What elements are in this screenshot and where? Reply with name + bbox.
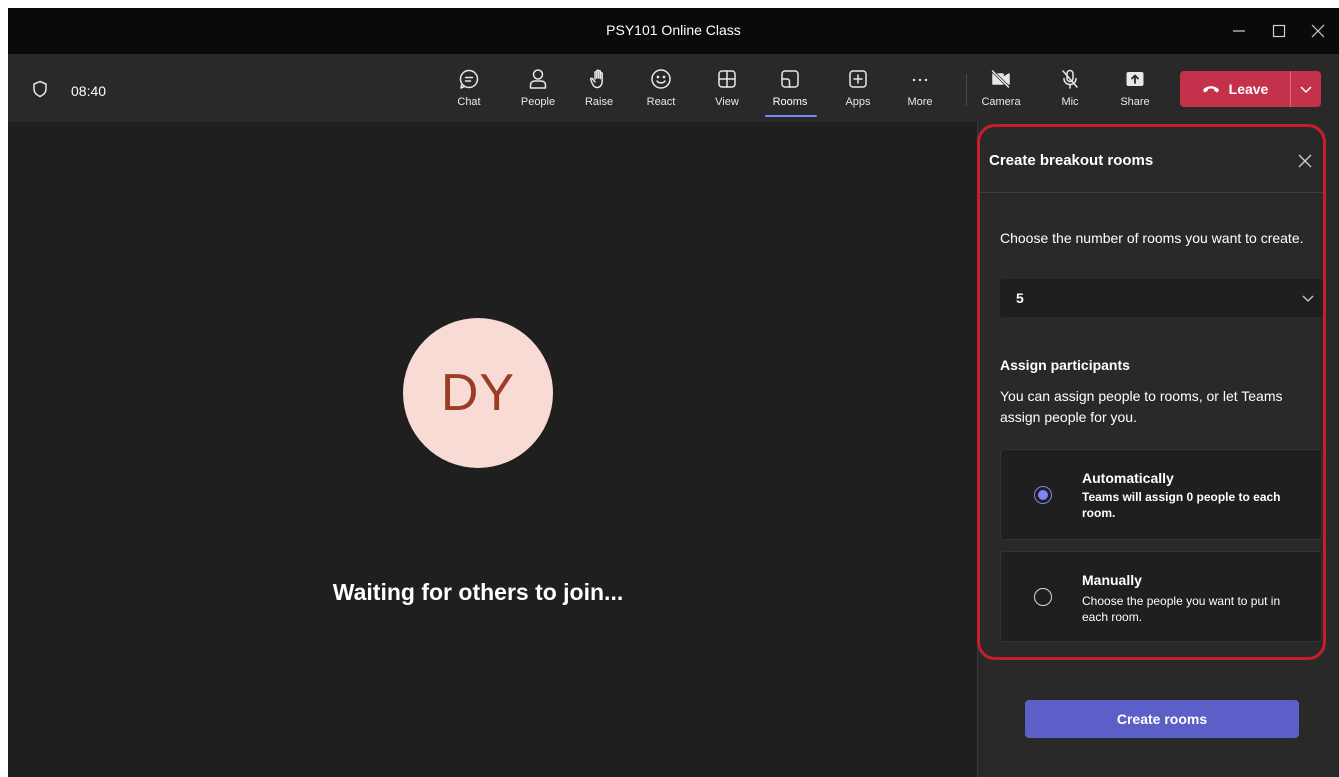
window-title: PSY101 Online Class xyxy=(606,22,741,38)
waiting-status: Waiting for others to join... xyxy=(332,579,624,605)
leave-options-button[interactable] xyxy=(1291,71,1321,107)
option-description: Teams will assign 0 people to each room. xyxy=(1082,490,1281,520)
raise-hand-button[interactable]: Raise xyxy=(574,68,624,116)
create-rooms-button[interactable]: Create rooms xyxy=(1025,700,1299,738)
avatar: DY xyxy=(403,318,553,468)
chevron-down-icon xyxy=(1300,86,1312,94)
meeting-timer: 08:40 xyxy=(71,83,107,99)
raise-label: Raise xyxy=(584,96,614,108)
chevron-down-icon xyxy=(1302,295,1314,302)
radio-automatically[interactable] xyxy=(1034,486,1052,504)
panel-title: Create breakout rooms xyxy=(989,152,1154,169)
share-icon xyxy=(1124,68,1146,90)
mic-off-icon xyxy=(1059,68,1081,90)
leave-label: Leave xyxy=(1228,81,1269,97)
mic-label: Mic xyxy=(1061,96,1079,108)
assign-description: You can assign people to rooms, or let T… xyxy=(1000,388,1283,425)
shield-icon xyxy=(32,80,48,103)
people-button[interactable]: People xyxy=(513,68,563,116)
phone-hangup-icon xyxy=(1202,86,1219,93)
option-title: Manually xyxy=(1082,572,1142,588)
radio-selected-dot xyxy=(1038,490,1048,500)
leave-button-group: Leave xyxy=(1180,71,1321,107)
minimize-button[interactable] xyxy=(1221,8,1257,54)
more-icon xyxy=(909,68,931,90)
camera-button[interactable]: Camera xyxy=(976,68,1026,116)
active-tab-indicator xyxy=(765,115,817,117)
more-label: More xyxy=(907,96,933,108)
grid-icon xyxy=(716,68,738,90)
rooms-button[interactable]: Rooms xyxy=(765,68,817,117)
rooms-count-value: 5 xyxy=(1016,290,1024,306)
maximize-button[interactable] xyxy=(1261,8,1297,54)
panel-header-divider xyxy=(980,192,1323,193)
camera-off-icon xyxy=(990,68,1012,90)
close-icon xyxy=(1311,24,1325,38)
leave-button[interactable]: Leave xyxy=(1180,71,1290,107)
option-manually[interactable]: Manually Choose the people you want to p… xyxy=(1000,551,1322,642)
more-button[interactable]: More xyxy=(895,68,945,116)
assign-heading: Assign participants xyxy=(1000,357,1130,373)
maximize-icon xyxy=(1272,24,1286,38)
react-button[interactable]: React xyxy=(636,68,686,116)
rooms-prompt: Choose the number of rooms you want to c… xyxy=(1000,230,1304,246)
apps-label: Apps xyxy=(845,96,871,108)
rooms-count-select[interactable]: 5 xyxy=(1000,279,1323,317)
option-description: Choose the people you want to put in eac… xyxy=(1082,594,1281,624)
share-label: Share xyxy=(1120,96,1150,108)
mic-button[interactable]: Mic xyxy=(1045,68,1095,116)
chat-button[interactable]: Chat xyxy=(444,68,494,116)
toolbar-separator xyxy=(966,74,967,106)
close-icon xyxy=(1298,154,1312,168)
radio-manually[interactable] xyxy=(1034,588,1052,606)
close-window-button[interactable] xyxy=(1300,8,1336,54)
plus-box-icon xyxy=(847,68,869,90)
rooms-label: Rooms xyxy=(772,96,808,108)
meeting-stage: DY Waiting for others to join... xyxy=(8,122,977,777)
react-label: React xyxy=(646,96,676,108)
minimize-icon xyxy=(1233,30,1245,32)
people-icon xyxy=(527,68,549,90)
view-button[interactable]: View xyxy=(702,68,752,116)
raise-hand-icon xyxy=(588,68,610,90)
smiley-icon xyxy=(650,68,672,90)
people-label: People xyxy=(520,96,556,108)
share-button[interactable]: Share xyxy=(1110,68,1160,116)
title-bar: PSY101 Online Class xyxy=(8,8,1339,54)
option-title: Automatically xyxy=(1082,470,1174,486)
chat-label: Chat xyxy=(457,96,481,108)
camera-label: Camera xyxy=(981,96,1021,108)
chat-icon xyxy=(458,68,480,90)
option-automatically[interactable]: Automatically Teams will assign 0 people… xyxy=(1000,449,1322,540)
view-label: View xyxy=(715,96,739,108)
meeting-toolbar: 08:40 Chat People Raise React View Rooms… xyxy=(8,54,1339,122)
rooms-icon xyxy=(779,68,801,90)
close-panel-button[interactable] xyxy=(1294,150,1316,172)
apps-button[interactable]: Apps xyxy=(833,68,883,116)
